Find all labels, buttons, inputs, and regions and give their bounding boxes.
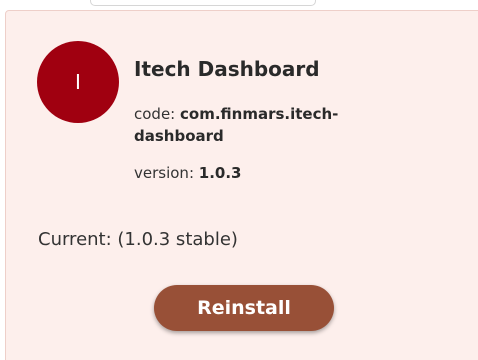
version-value: 1.0.3 (198, 164, 242, 182)
avatar-letter: I (75, 70, 81, 94)
module-code: code: com.finmars.itech-dashboard (134, 103, 394, 147)
code-label: code: (134, 105, 176, 123)
module-version: version: 1.0.3 (134, 162, 394, 184)
module-page: I Itech Dashboard code: com.finmars.itec… (0, 0, 478, 360)
reinstall-button[interactable]: Reinstall (154, 285, 334, 331)
version-label: version: (134, 164, 194, 182)
search-field[interactable] (90, 0, 316, 6)
module-title: Itech Dashboard (134, 57, 320, 81)
module-avatar: I (37, 41, 119, 123)
current-version-text: Current: (1.0.3 stable) (38, 229, 238, 250)
